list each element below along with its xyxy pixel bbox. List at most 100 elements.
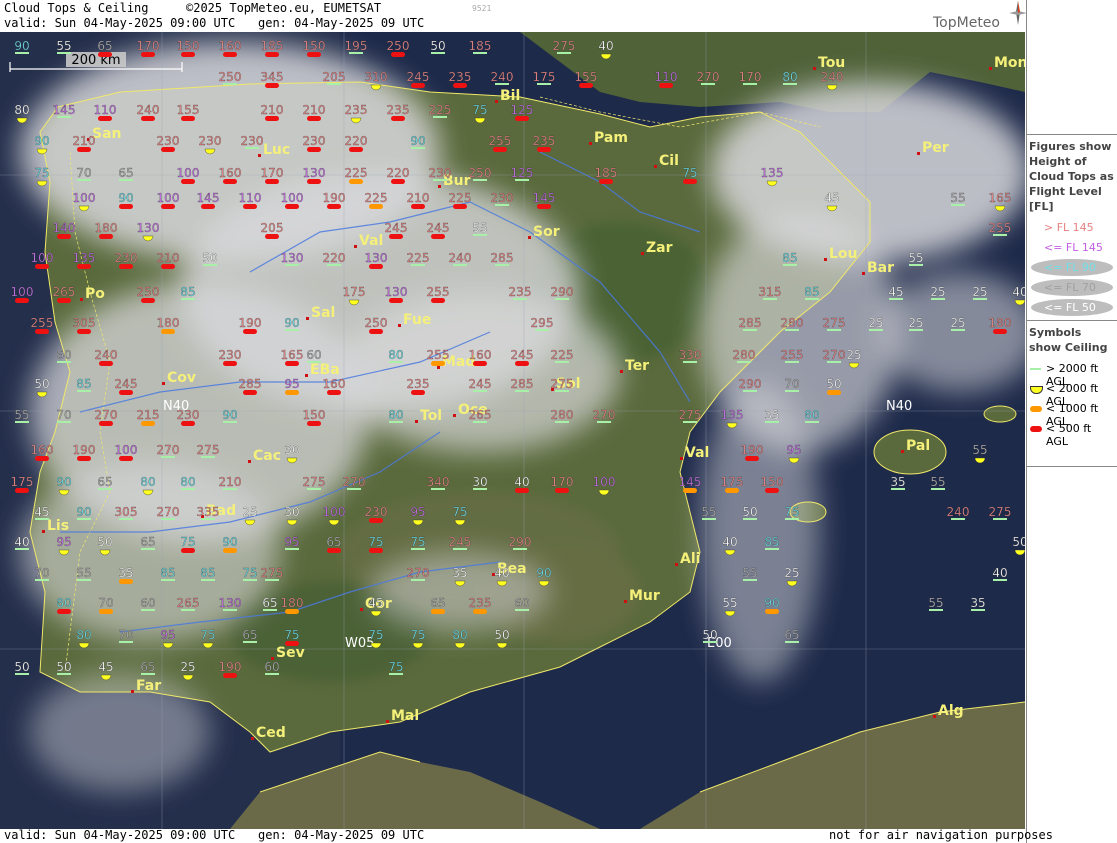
cloud-top-value: 90 xyxy=(34,134,49,148)
cloud-top-observation: 55 xyxy=(908,251,924,266)
cloud-top-value: 255 xyxy=(31,316,54,330)
cloud-top-observation: 60 xyxy=(514,596,530,611)
ceiling-symbol xyxy=(307,52,321,57)
cloud-top-observation: 50 xyxy=(14,660,30,675)
ceiling-symbol xyxy=(15,298,29,303)
cloud-top-observation: 290 xyxy=(550,285,574,300)
cloud-top-value: 95 xyxy=(284,535,299,549)
cloud-top-value: 65 xyxy=(326,535,341,549)
ceiling-symbol xyxy=(327,204,341,209)
valid-time: valid: Sun 04-May-2025 09:00 UTC xyxy=(4,16,236,30)
city-label: Ali xyxy=(680,551,700,567)
ceiling-symbol xyxy=(119,456,133,461)
cloud-top-value: 75 xyxy=(242,566,257,580)
footer-gen-time: gen: 04-May-2025 09 UTC xyxy=(258,828,425,842)
cloud-top-observation: 85 xyxy=(180,285,196,300)
cloud-top-observation: 95 xyxy=(284,535,300,550)
symbols-legend-title: Symbols show Ceiling xyxy=(1029,326,1108,354)
cloud-top-observation: 65 xyxy=(97,39,113,57)
cloud-top-value: 255 xyxy=(489,134,512,148)
cloud-top-observation: 30 xyxy=(472,475,488,490)
city-marker xyxy=(258,154,261,157)
cloud-top-observation: 275 xyxy=(550,377,574,392)
ceiling-symbol xyxy=(745,456,759,461)
cloud-top-value: 50 xyxy=(202,251,217,265)
ceiling-symbol xyxy=(98,52,112,57)
cloud-top-value: 75 xyxy=(682,166,697,180)
cloud-top-observation: 270 xyxy=(406,566,430,581)
cloud-top-value: 225 xyxy=(551,348,574,362)
city-marker xyxy=(620,370,623,373)
city-label: Sor xyxy=(533,224,560,240)
cloud-top-observation: 205 xyxy=(322,70,346,85)
ceiling-symbol xyxy=(391,52,405,57)
cloud-top-value: 30 xyxy=(284,505,299,519)
cloud-top-value: 35 xyxy=(890,475,905,489)
cloud-top-observation: 230 xyxy=(240,134,264,149)
city-marker xyxy=(917,152,920,155)
cloud-top-value: 145 xyxy=(533,191,556,205)
cloud-top-value: 160 xyxy=(219,166,242,180)
cloud-top-value: 175 xyxy=(343,285,366,299)
cloud-top-observation: 270 xyxy=(696,70,720,85)
cloud-top-value: 130 xyxy=(219,596,242,610)
cloud-top-value: 25 xyxy=(868,316,883,330)
ceiling-symbol xyxy=(349,147,363,152)
cloud-top-value: 65 xyxy=(97,475,112,489)
ceiling-symbol xyxy=(369,548,383,553)
symbols-legend-item: < 2000 ft AGL xyxy=(1029,379,1116,408)
cloud-top-value: 230 xyxy=(219,348,242,362)
city-label: Bil xyxy=(500,88,520,104)
cloud-top-observation: 235 xyxy=(508,285,532,300)
figures-legend-label: <= FL 70 xyxy=(1044,281,1096,294)
cloud-top-observation: 75 xyxy=(284,628,300,646)
cloud-top-value: 50 xyxy=(826,377,841,391)
figures-legend-item: > FL 145 xyxy=(1030,218,1115,238)
city-label: Alg xyxy=(938,703,964,719)
cloud-top-value: 130 xyxy=(281,251,304,265)
ceiling-symbol xyxy=(223,361,237,366)
cloud-top-value: 45 xyxy=(824,191,839,205)
cloud-top-value: 250 xyxy=(219,70,242,84)
cloud-top-observation: 270 xyxy=(822,348,846,363)
cloud-top-observation: 70 xyxy=(118,628,134,643)
header: Cloud Tops & Ceiling ©2025 TopMeteo.eu, … xyxy=(0,0,1027,32)
cloud-top-value: 240 xyxy=(449,251,472,265)
cloud-top-value: 250 xyxy=(387,39,410,53)
cloud-top-value: 50 xyxy=(34,377,49,391)
cloud-top-value: 50 xyxy=(702,628,717,642)
cloud-top-observation: 230 xyxy=(428,166,452,181)
cloud-top-value: 295 xyxy=(531,316,554,330)
cloud-top-value: 75 xyxy=(410,535,425,549)
cloud-top-value: 40 xyxy=(722,535,737,549)
cloud-top-observation: 55 xyxy=(76,566,92,581)
cloud-top-value: 90 xyxy=(410,134,425,148)
cloud-top-value: 285 xyxy=(239,377,262,391)
cloud-top-value: 90 xyxy=(764,596,779,610)
cloud-top-value: 75 xyxy=(784,505,799,519)
cloud-top-value: 210 xyxy=(157,251,180,265)
city-marker xyxy=(813,67,816,70)
cloud-top-value: 90 xyxy=(76,505,91,519)
city-marker xyxy=(251,737,254,740)
ceiling-symbol xyxy=(265,116,279,121)
ceiling-symbol xyxy=(57,298,71,303)
cloud-top-value: 245 xyxy=(511,348,534,362)
city-label: Mal xyxy=(391,708,419,724)
cloud-top-observation: 265 xyxy=(176,596,200,611)
cloud-top-observation: 25 xyxy=(972,285,988,300)
ceiling-symbol xyxy=(431,361,445,366)
cloud-top-value: 100 xyxy=(115,443,138,457)
city-marker xyxy=(453,414,456,417)
ceiling-symbol xyxy=(389,298,403,303)
ceiling-symbol xyxy=(243,329,257,334)
cloud-top-value: 75 xyxy=(472,103,487,117)
cloud-top-value: 25 xyxy=(972,285,987,299)
cloud-top-value: 150 xyxy=(303,39,326,53)
cloud-top-value: 255 xyxy=(989,221,1012,235)
cloud-top-observation: 60 xyxy=(264,660,280,675)
city-marker xyxy=(360,608,363,611)
cloud-top-observation: 80 xyxy=(804,408,820,423)
cloud-top-value: 35 xyxy=(452,566,467,580)
cloud-top-value: 60 xyxy=(514,596,529,610)
